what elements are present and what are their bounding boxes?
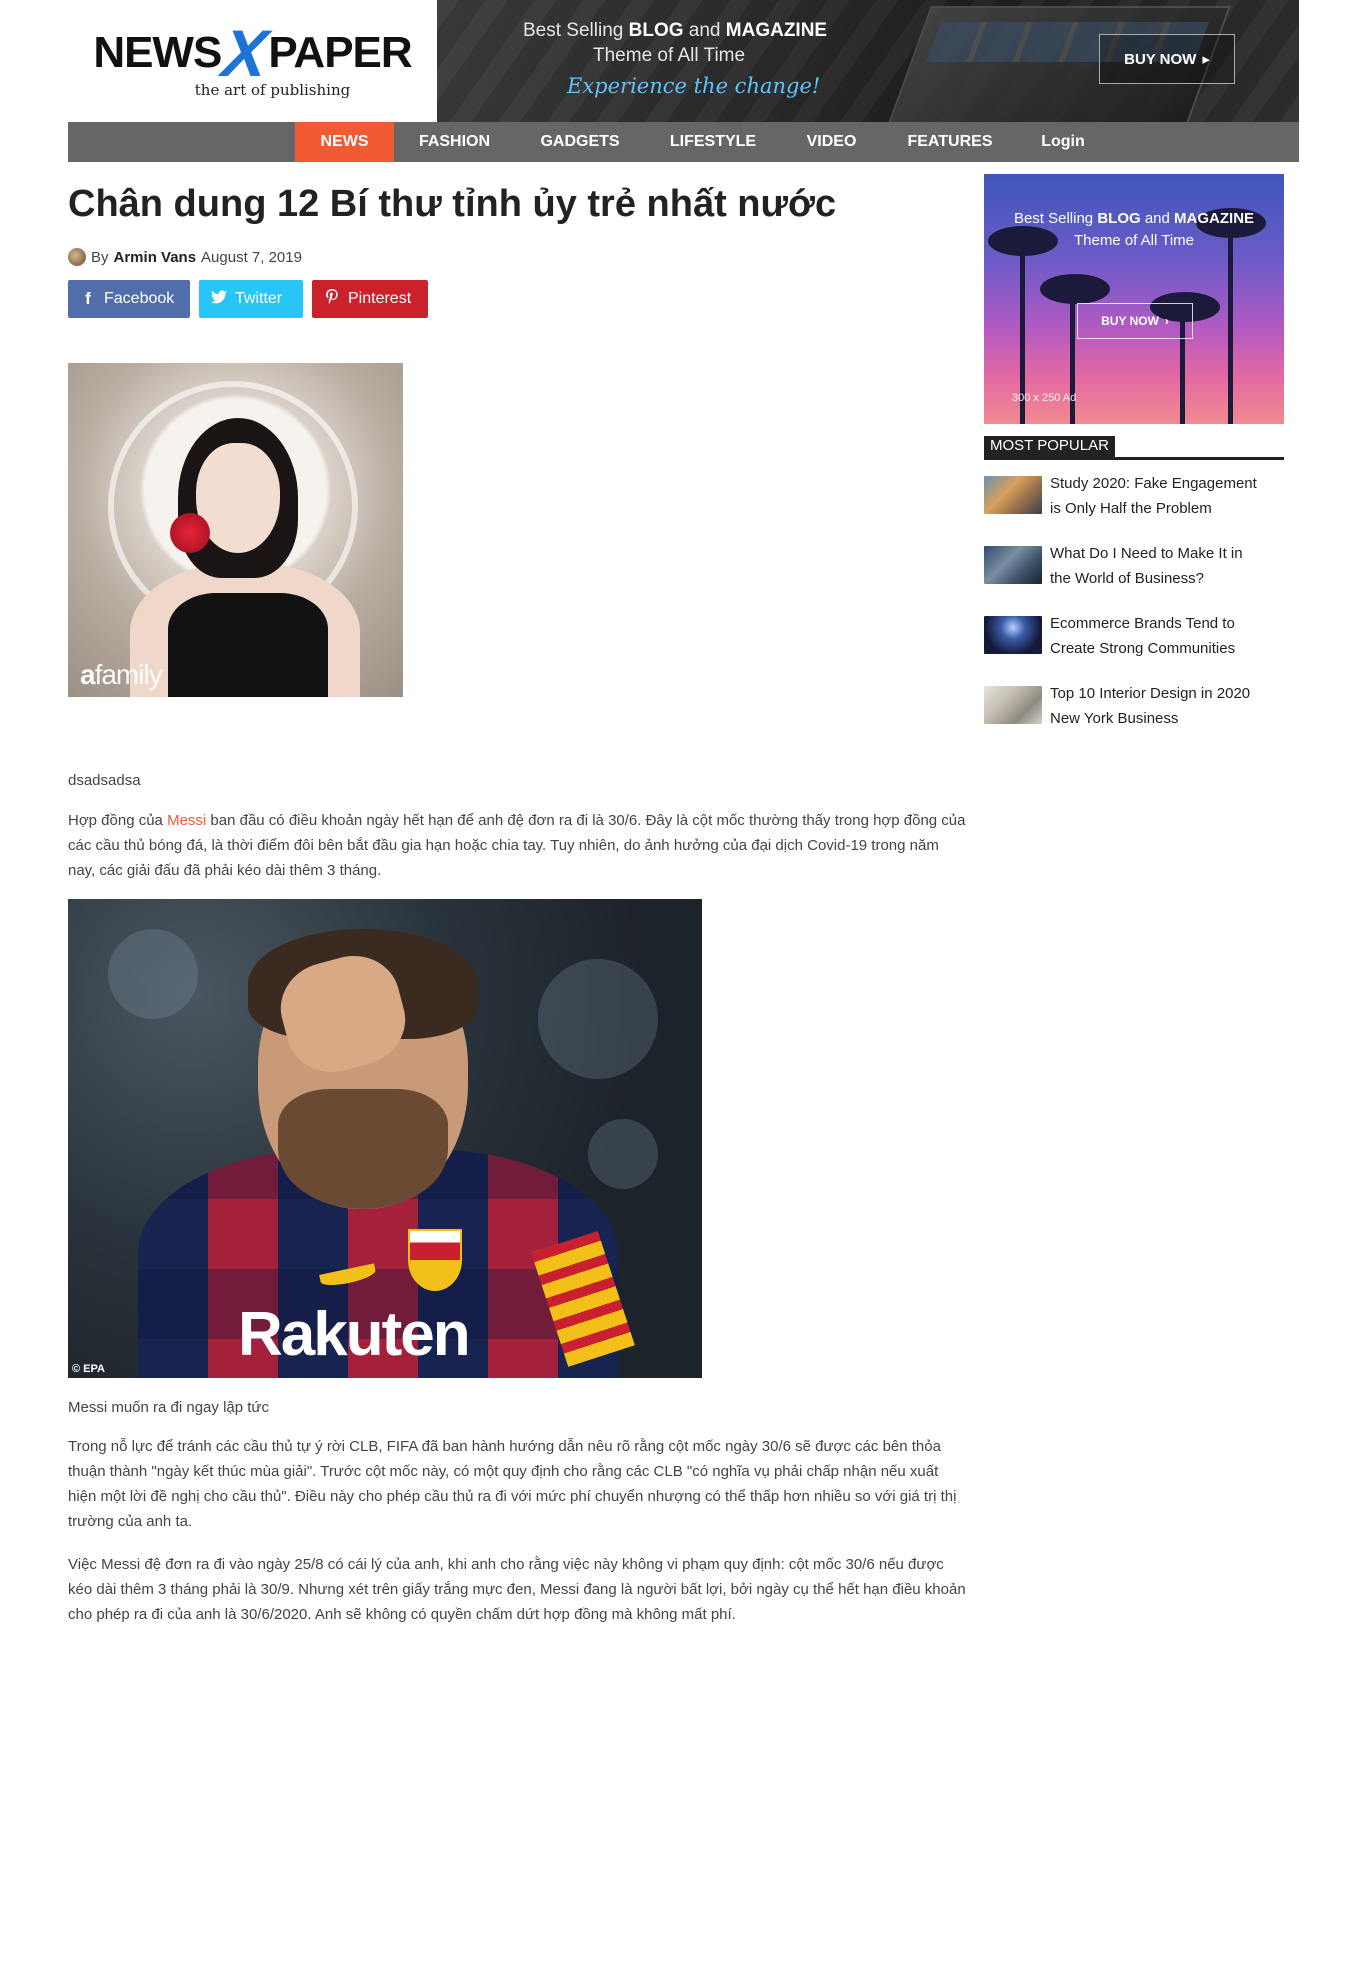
most-popular-item[interactable]: Top 10 Interior Design in 2020 New York … [984,685,1284,731]
sidebar-ad-subheadline: Theme of All Time [1073,232,1195,249]
nav-item-fashion[interactable]: FASHION [394,122,515,162]
main-nav: NEWS FASHION GADGETS LIFESTYLE VIDEO FEA… [68,122,1299,162]
watermark-rest: family [94,659,163,690]
messi-link[interactable]: Messi [167,812,206,829]
most-popular-title-line: the World of Business? [1050,570,1204,587]
most-popular-thumbnail[interactable] [984,476,1042,514]
most-popular-thumbnail[interactable] [984,546,1042,584]
image-bokeh [538,959,658,1079]
ad-headline: Best Selling BLOG and MAGAZINE [523,20,827,42]
share-twitter-button[interactable]: Twitter [199,280,303,318]
header-banner-ad[interactable]: Best Selling BLOG and MAGAZINE Theme of … [437,0,1299,122]
sidebar-ad-headline: Best Selling BLOG and MAGAZINE [984,210,1284,227]
ad-buy-label: BUY NOW [1124,50,1197,68]
image-watermark: afamily [80,659,163,691]
most-popular-title-line: Create Strong Communities [1050,640,1236,657]
site-header: NEWS X PAPER the art of publishing Best … [68,0,1299,122]
ad-text-bold: MAGAZINE [1174,210,1255,227]
palm-frond [1040,274,1110,304]
image-sponsor-text: Rakuten [238,1300,471,1369]
most-popular-title-line: Top 10 Interior Design in 2020 [1050,685,1251,702]
ad-text-bold: MAGAZINE [725,20,828,41]
image-beard [278,1089,448,1209]
most-popular-item[interactable]: Ecommerce Brands Tend to Create Strong C… [984,615,1284,661]
facebook-icon: f [85,289,91,308]
article-image-woman-rose: afamily [68,363,403,697]
ad-subheadline: Theme of All Time [593,45,746,66]
share-facebook-label: Facebook [104,290,175,307]
article-paragraph-3: Việc Messi đệ đơn ra đi vào ngày 25/8 có… [68,1556,966,1623]
image-bokeh [108,929,198,1019]
most-popular-item[interactable]: Study 2020: Fake Engagement is Only Half… [984,475,1284,521]
logo-tagline: the art of publishing [194,81,351,100]
most-popular-header: MOST POPULAR [984,436,1284,460]
most-popular-title-line: Ecommerce Brands Tend to [1050,615,1235,632]
nav-item-gadgets[interactable]: GADGETS [515,122,645,162]
chevron-right-icon: › [1164,314,1169,328]
sidebar-ad[interactable]: Best Selling BLOG and MAGAZINE Theme of … [984,174,1284,424]
article-date: August 7, 2019 [201,248,302,266]
ad-text: and [683,20,726,41]
share-twitter-label: Twitter [235,290,283,307]
pinterest-icon [324,288,340,310]
most-popular-item[interactable]: What Do I Need to Make It in the World o… [984,545,1284,591]
nav-item-login[interactable]: Login [1018,122,1108,162]
most-popular-thumbnail[interactable] [984,686,1042,724]
ad-buy-now-button[interactable]: BUY NOW ▸ [1099,34,1235,84]
nav-item-video[interactable]: VIDEO [781,122,882,162]
image-club-crest [408,1229,462,1291]
article-title: Chân dung 12 Bí thư tỉnh ủy trẻ nhất nướ… [68,183,837,225]
most-popular-title[interactable]: Ecommerce Brands Tend to Create Strong C… [1050,611,1235,661]
twitter-icon [211,289,227,309]
nav-item-news[interactable]: NEWS [295,122,394,162]
ad-slogan: Experience the change! [567,74,821,98]
most-popular-thumbnail[interactable] [984,616,1042,654]
paragraph-text: Hợp đồng của [68,812,168,829]
article-paragraph-0: dsadsadsa [68,772,141,789]
ad-text: Best Selling [523,20,629,41]
share-facebook-button[interactable]: f Facebook [68,280,190,318]
share-pinterest-button[interactable]: Pinterest [312,280,428,318]
chevron-right-icon: ▸ [1202,51,1210,68]
byline-by: By [91,248,109,266]
ad-text-bold: BLOG [1097,210,1141,227]
logo-right: PAPER [268,27,412,77]
article-paragraph-1: Hợp đồng của Messi ban đầu có điều khoản… [68,808,968,883]
nav-item-features[interactable]: FEATURES [882,122,1018,162]
most-popular-title[interactable]: Top 10 Interior Design in 2020 New York … [1050,681,1250,731]
nav-item-lifestyle[interactable]: LIFESTYLE [645,122,781,162]
image-rose [170,513,210,553]
author-avatar[interactable] [68,248,86,266]
most-popular-title-line: What Do I Need to Make It in [1050,545,1243,562]
article-byline: By Armin Vans August 7, 2019 [68,248,302,266]
author-name[interactable]: Armin Vans [114,249,197,266]
image-caption: Messi muốn ra đi ngay lập tức [68,1399,269,1416]
ad-text: and [1140,210,1175,227]
article-image-messi: Rakuten © EPA [68,899,702,1378]
sidebar-ad-buy-label: BUY NOW [1101,314,1159,328]
most-popular-title-line: New York Business [1050,710,1179,727]
share-buttons: f Facebook Twitter Pinterest [68,280,428,318]
watermark-a: a [80,659,96,690]
ad-text: Best Selling [1013,210,1098,227]
site-logo[interactable]: NEWS X PAPER the art of publishing [68,0,437,122]
most-popular-title[interactable]: What Do I Need to Make It in the World o… [1050,541,1243,591]
logo-wordmark: NEWS X PAPER [93,15,412,90]
image-credit: © EPA [72,1363,105,1375]
most-popular-title-line: is Only Half the Problem [1050,500,1212,517]
sidebar-ad-buy-button[interactable]: BUY NOW › [1077,303,1193,339]
logo-x-mark: X [219,15,271,90]
article-paragraph-2: Trong nỗ lực để tránh các cầu thủ tự ý r… [68,1438,957,1530]
most-popular-title: MOST POPULAR [984,436,1115,457]
share-pinterest-label: Pinterest [348,290,412,307]
image-bokeh [588,1119,658,1189]
most-popular-title-line: Study 2020: Fake Engagement [1050,475,1257,492]
image-dress [168,593,328,697]
logo-left: NEWS [93,27,222,77]
sidebar-ad-size: 300 x 250 Ad [1012,392,1077,404]
most-popular-title[interactable]: Study 2020: Fake Engagement is Only Half… [1050,471,1257,521]
ad-text-bold: BLOG [628,20,684,41]
